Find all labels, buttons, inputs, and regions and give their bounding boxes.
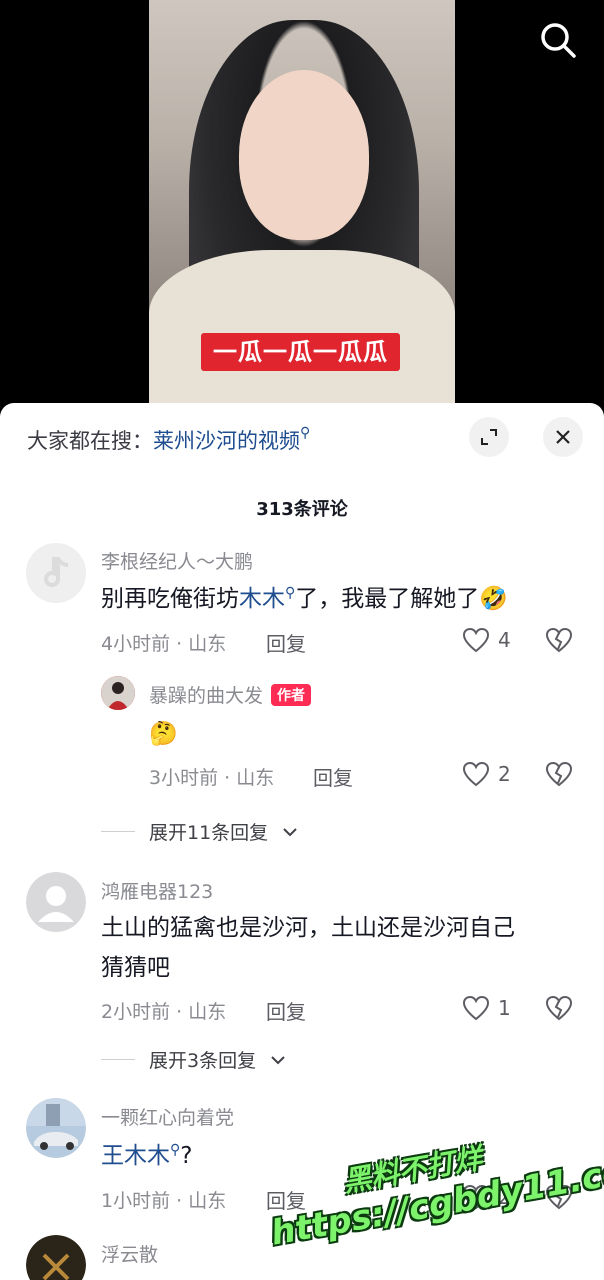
comment-username[interactable]: 浮云散 (101, 1240, 158, 1267)
search-small-icon: ⚲ (300, 425, 311, 441)
video-person-face (239, 70, 369, 240)
expand-replies-button[interactable]: 展开11条回复 (101, 818, 298, 845)
comment-text-part: 了，我最了解她了🤣 (295, 586, 508, 612)
comment-text-part: ? (180, 1143, 193, 1169)
search-small-icon: ⚲ (170, 1142, 181, 1158)
like-button[interactable]: 1 (462, 995, 511, 1021)
broken-heart-icon (545, 995, 573, 1021)
comment-username[interactable]: 李根经纪人～大鹏 (101, 547, 253, 574)
expand-icon (481, 429, 497, 445)
dislike-button[interactable] (545, 995, 573, 1025)
reply-button[interactable]: 回复 (266, 628, 306, 657)
expand-replies-label: 展开3条回复 (149, 1050, 257, 1072)
divider-line (101, 1059, 135, 1060)
avatar[interactable] (101, 676, 135, 710)
chevron-down-icon (283, 827, 297, 836)
comment-count: 313条评论 (256, 499, 348, 520)
reply-button[interactable]: 回复 (266, 1185, 306, 1214)
video-person-coat (149, 250, 455, 410)
comment-text-part: 别再吃俺街坊 (101, 586, 239, 612)
like-button[interactable]: 4 (462, 627, 511, 653)
comment-meta: 4小时前 · 山东 (101, 633, 227, 655)
avatar[interactable] (26, 872, 86, 932)
trending-query[interactable]: 莱州沙河的视频 (153, 429, 300, 453)
comment-text: 别再吃俺街坊木木⚲了，我最了解她了🤣 (101, 579, 508, 619)
expand-replies-label: 展开11条回复 (149, 822, 269, 844)
comment-meta: 3小时前 · 山东 (149, 767, 275, 789)
search-icon[interactable] (538, 20, 578, 60)
search-small-icon: ⚲ (285, 585, 296, 601)
comment-mention[interactable]: 木木 (239, 586, 285, 612)
divider-line (101, 831, 135, 832)
broken-heart-icon (545, 627, 573, 653)
expand-replies-button[interactable]: 展开3条回复 (101, 1046, 286, 1073)
broken-heart-icon (545, 1184, 573, 1210)
chevron-down-icon (271, 1055, 285, 1064)
comment-meta: 1小时前 · 山东 (101, 1190, 227, 1212)
video-player[interactable]: 一瓜一瓜一瓜瓜 (0, 0, 604, 410)
like-button[interactable]: 2 (462, 761, 511, 787)
comment-text: 王木木⚲? (101, 1136, 192, 1176)
comment-mention[interactable]: 王木木 (101, 1143, 170, 1169)
comment-sheet: 大家都在搜：莱州沙河的视频⚲ 313条评论 李根经纪人～大鹏 别再吃俺街坊木木⚲… (0, 403, 604, 1280)
trending-search[interactable]: 大家都在搜：莱州沙河的视频⚲ (27, 425, 310, 455)
comment-username[interactable]: 暴躁的曲大发 作者 (149, 681, 312, 708)
reply-button[interactable]: 回复 (313, 762, 353, 791)
avatar[interactable] (26, 543, 86, 603)
dislike-button[interactable] (545, 627, 573, 657)
author-badge: 作者 (271, 684, 312, 706)
dislike-button[interactable] (545, 1184, 573, 1214)
comment-username-text: 暴躁的曲大发 (149, 685, 264, 707)
reply-button[interactable]: 回复 (266, 996, 306, 1025)
comment-text-line: 猜猜吧 (101, 955, 170, 981)
comment-text: 🤔 (149, 721, 178, 747)
like-count: 1 (498, 996, 511, 1020)
fullscreen-expand-button[interactable] (469, 417, 509, 457)
like-count: 2 (498, 762, 511, 786)
comment-text-line: 土山的猛禽也是沙河，土山还是沙河自己 (101, 915, 515, 941)
comment-meta: 2小时前 · 山东 (101, 1001, 227, 1023)
heart-icon (462, 761, 490, 787)
close-button[interactable] (543, 417, 583, 457)
dislike-button[interactable] (545, 761, 573, 791)
close-icon (556, 430, 570, 444)
heart-icon (462, 995, 490, 1021)
like-count: 4 (498, 628, 511, 652)
comment-username[interactable]: 一颗红心向着党 (101, 1103, 234, 1130)
video-caption: 一瓜一瓜一瓜瓜 (201, 333, 400, 371)
heart-icon (462, 1184, 490, 1210)
like-button[interactable]: 2 (462, 1184, 511, 1210)
avatar[interactable] (26, 1098, 86, 1158)
avatar[interactable] (26, 1235, 86, 1280)
heart-icon (462, 627, 490, 653)
comment-text: 土山的猛禽也是沙河，土山还是沙河自己 猜猜吧 (101, 908, 515, 988)
trending-prefix: 大家都在搜： (27, 429, 153, 453)
comment-username[interactable]: 鸿雁电器123 (101, 877, 213, 904)
broken-heart-icon (545, 761, 573, 787)
like-count: 2 (498, 1185, 511, 1209)
